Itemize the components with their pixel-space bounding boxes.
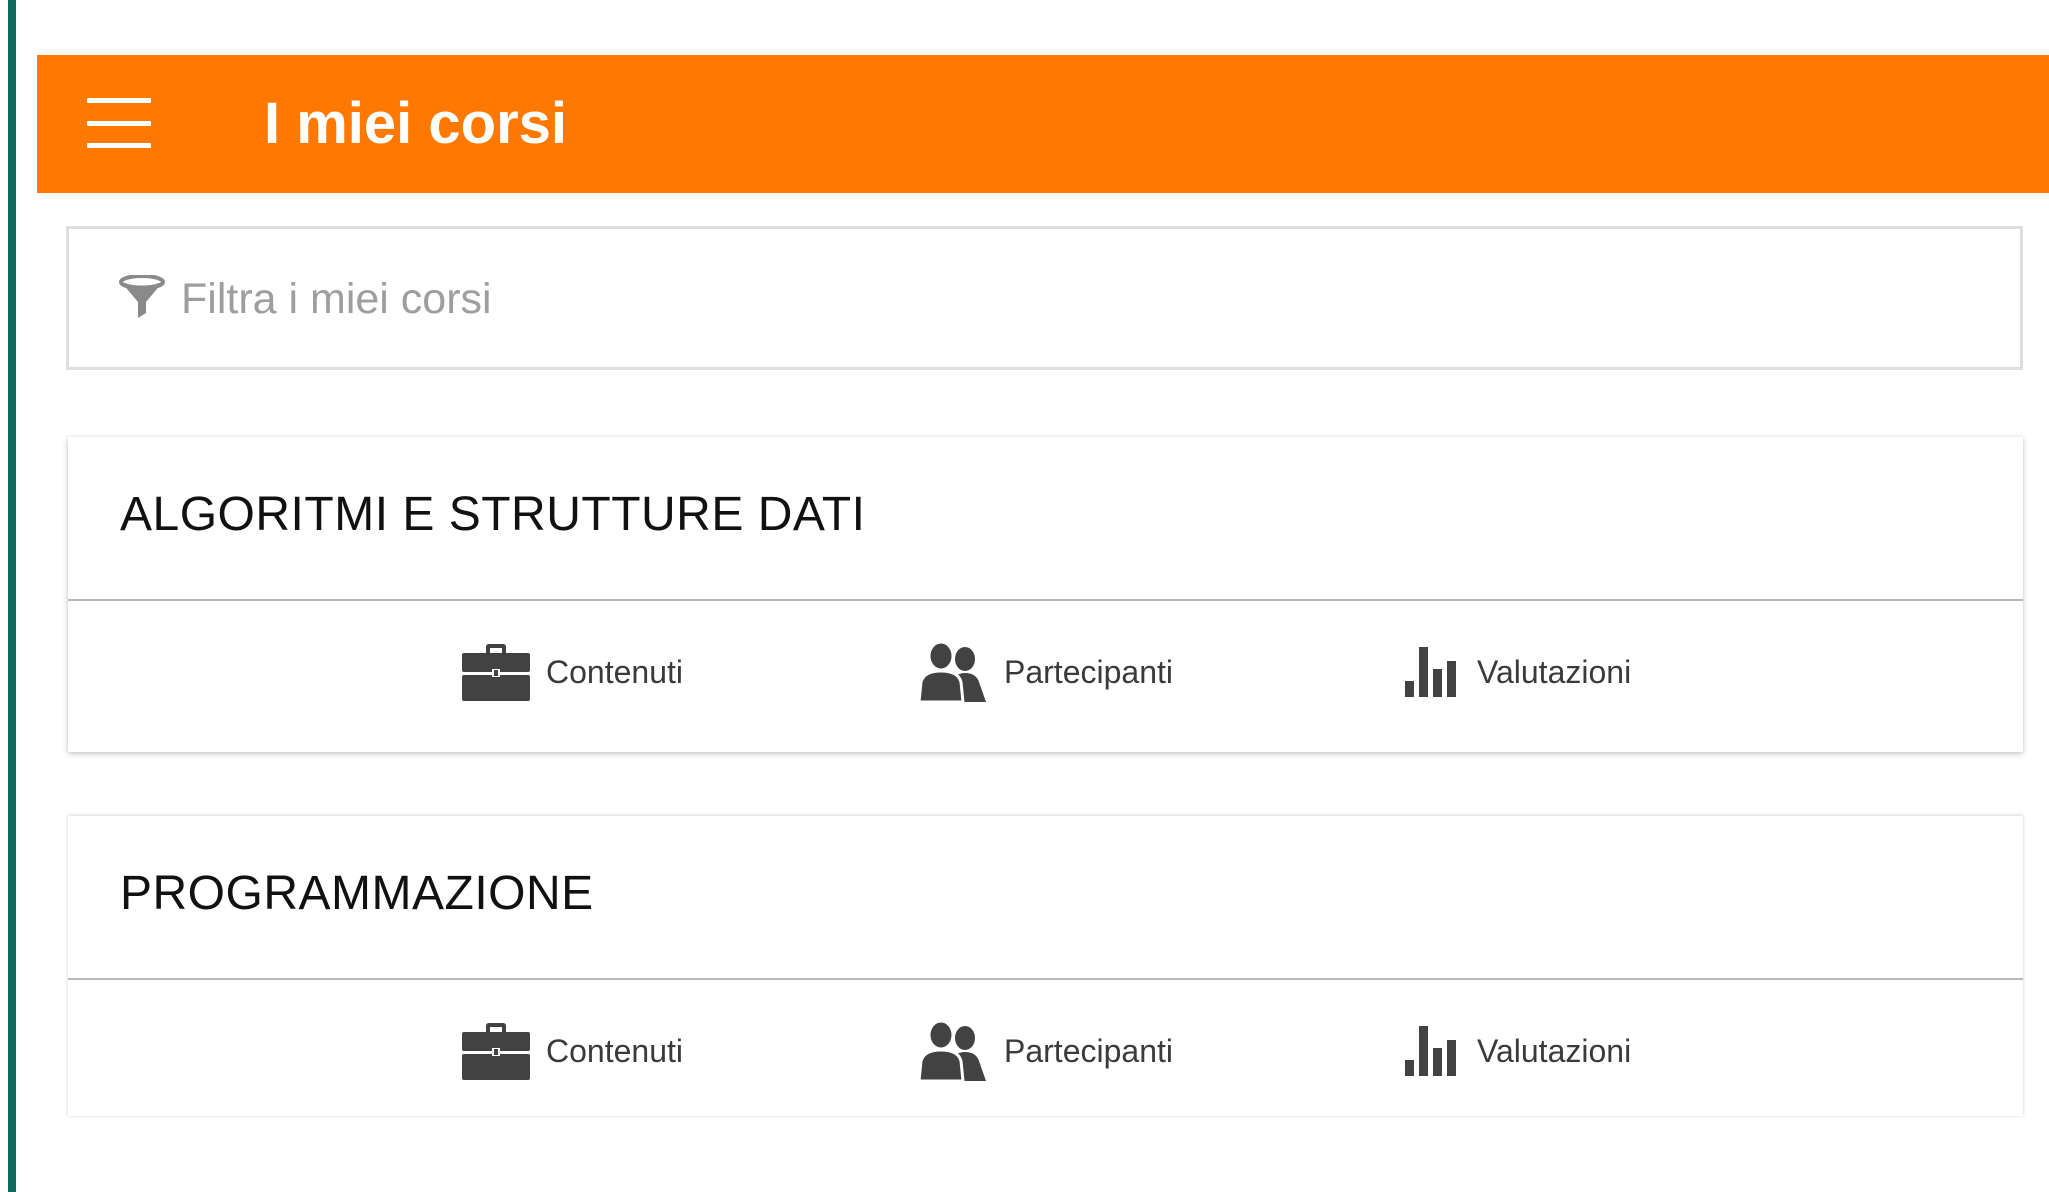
contenuti-button[interactable]: Contenuti: [462, 1016, 683, 1086]
funnel-filter-icon: [119, 275, 165, 318]
briefcase-icon: [462, 1023, 530, 1080]
course-card: ALGORITMI E STRUTTURE DATI Contenuti Par…: [68, 437, 2023, 752]
partecipanti-label: Partecipanti: [1004, 653, 1173, 690]
bar-chart-icon: [1405, 647, 1456, 697]
page: I miei corsi ALGORITMI E STRUTTURE DATI …: [0, 0, 2049, 1192]
partecipanti-button[interactable]: Partecipanti: [918, 1016, 1173, 1086]
contenuti-label: Contenuti: [546, 653, 683, 690]
partecipanti-button[interactable]: Partecipanti: [918, 637, 1173, 707]
card-divider: [68, 599, 2023, 601]
valutazioni-label: Valutazioni: [1477, 653, 1632, 690]
side-rule: [8, 0, 16, 1192]
course-card: PROGRAMMAZIONE Contenuti Partecipanti Va…: [68, 816, 2023, 1116]
people-icon: [918, 1021, 986, 1081]
filter-input[interactable]: [181, 257, 1961, 341]
page-title: I miei corsi: [264, 91, 568, 156]
briefcase-icon: [462, 644, 530, 701]
course-title[interactable]: ALGORITMI E STRUTTURE DATI: [120, 487, 865, 542]
card-divider: [68, 978, 2023, 980]
hamburger-menu-icon[interactable]: [87, 98, 151, 148]
valutazioni-label: Valutazioni: [1477, 1032, 1632, 1069]
people-icon: [918, 642, 986, 702]
course-title[interactable]: PROGRAMMAZIONE: [120, 866, 594, 921]
partecipanti-label: Partecipanti: [1004, 1032, 1173, 1069]
contenuti-button[interactable]: Contenuti: [462, 637, 683, 707]
valutazioni-button[interactable]: Valutazioni: [1405, 637, 1631, 707]
contenuti-label: Contenuti: [546, 1032, 683, 1069]
bar-chart-icon: [1405, 1026, 1456, 1076]
valutazioni-button[interactable]: Valutazioni: [1405, 1016, 1631, 1086]
filter-box: [66, 226, 2023, 370]
app-bar: I miei corsi: [37, 55, 2049, 193]
